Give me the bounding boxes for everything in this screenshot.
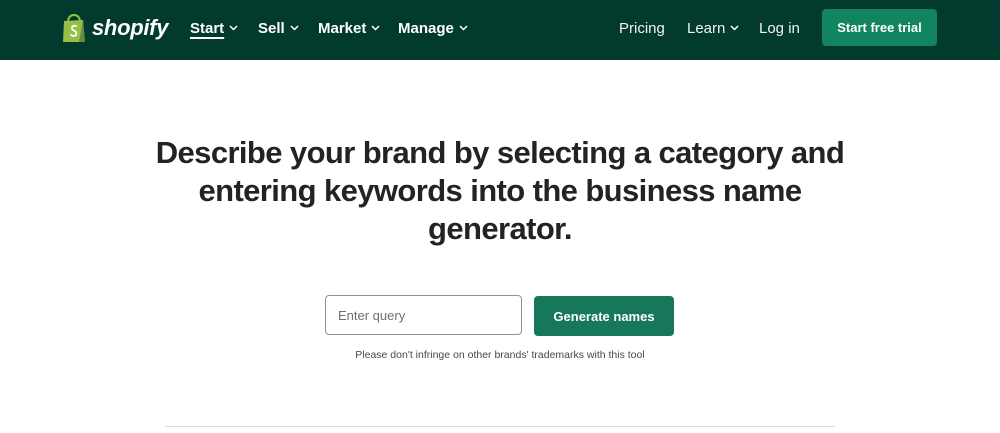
nav-start-menu[interactable]: Start — [190, 17, 238, 39]
nav-start-label: Start — [190, 19, 225, 37]
chevron-down-icon — [459, 25, 468, 31]
shopping-bag-icon — [63, 13, 85, 42]
nav-manage-label: Manage — [398, 19, 454, 37]
nav-learn-menu[interactable]: Learn — [687, 17, 739, 39]
nav-learn-label: Learn — [687, 19, 726, 37]
nav-market-menu[interactable]: Market — [318, 17, 380, 39]
nav-pricing-link[interactable]: Pricing — [619, 17, 665, 39]
shopify-wordmark: shopify — [92, 15, 169, 40]
generate-names-button[interactable]: Generate names — [534, 296, 674, 336]
chevron-down-icon — [371, 25, 380, 31]
query-input[interactable] — [325, 295, 522, 335]
trademark-disclaimer: Please don't infringe on other brands' t… — [355, 349, 645, 361]
nav-market-label: Market — [318, 19, 367, 37]
chevron-down-icon — [229, 25, 238, 31]
nav-sell-menu[interactable]: Sell — [258, 17, 299, 39]
nav-pricing-label: Pricing — [619, 19, 665, 37]
nav-sell-label: Sell — [258, 19, 285, 37]
start-free-trial-button[interactable]: Start free trial — [822, 9, 937, 46]
nav-manage-menu[interactable]: Manage — [398, 17, 468, 39]
nav-login-link[interactable]: Log in — [759, 17, 800, 39]
chevron-down-icon — [290, 25, 299, 31]
shopify-logo[interactable]: shopify — [62, 12, 168, 44]
chevron-down-icon — [730, 25, 739, 31]
nav-login-label: Log in — [759, 19, 800, 37]
page-headline: Describe your brand by selecting a categ… — [155, 135, 845, 246]
top-navigation-bar: shopify Start Sell Market Manage Pricing… — [0, 0, 1000, 60]
section-divider — [165, 426, 835, 427]
